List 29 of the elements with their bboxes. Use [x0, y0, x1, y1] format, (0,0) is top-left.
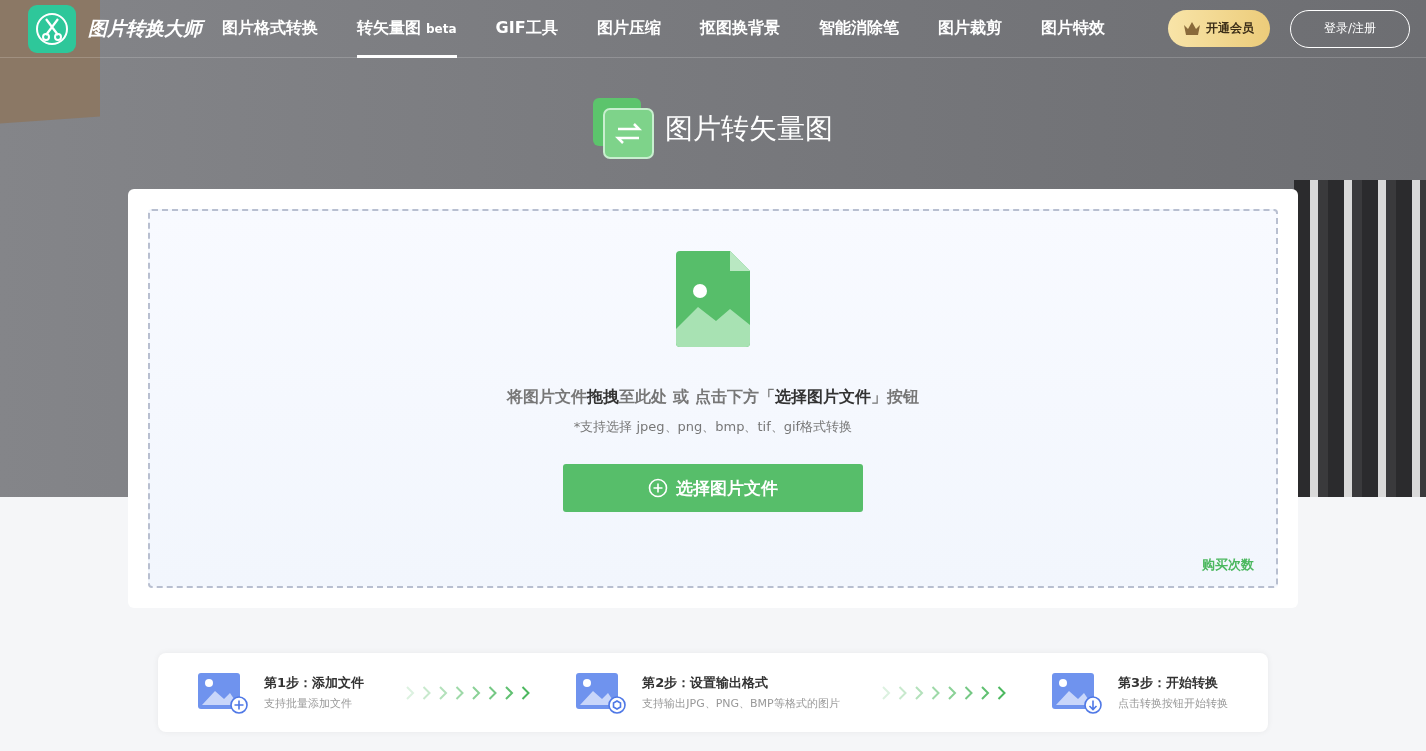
step-title: 第3步：开始转换	[1117, 674, 1219, 692]
choose-file-button[interactable]: 选择图片文件	[563, 464, 863, 512]
nav-tab[interactable]: GIF工具	[495, 0, 558, 58]
scissors-logo-icon[interactable]	[28, 4, 76, 53]
image-settings-icon	[576, 670, 627, 715]
drop-instruction: 将图片文件拖拽至此处 或 点击下方「选择图片文件」按钮	[507, 387, 919, 408]
image-download-icon	[1051, 670, 1102, 715]
nav-tab[interactable]: 智能消除笔	[818, 0, 899, 58]
nav-tab[interactable]: 抠图换背景	[699, 0, 780, 58]
image-add-icon	[198, 670, 248, 715]
image-file-icon	[676, 251, 750, 347]
nav-tab[interactable]: 图片格式转换	[222, 0, 318, 58]
step-description: 点击转换按钮开始转换	[1117, 696, 1228, 711]
step-description: 支持批量添加文件	[264, 696, 353, 711]
nav-tab[interactable]: 图片裁剪	[937, 0, 1002, 58]
nav-tab[interactable]: 图片特效	[1040, 0, 1105, 58]
convert-arrows-icon	[593, 98, 655, 160]
step-title: 第1步：添加文件	[264, 674, 365, 692]
nav-tab[interactable]: 转矢量图 beta	[357, 0, 457, 58]
vip-button[interactable]: 开通会员	[1168, 10, 1270, 47]
drop-zone[interactable]: 将图片文件拖拽至此处 或 点击下方「选择图片文件」按钮 *支持选择 jpeg、png、bmp、tif、gif格式转换 选择图片文件 购买次数	[148, 209, 1278, 588]
nav-tab[interactable]: 图片压缩	[596, 0, 661, 58]
page-title: 图片转矢量图	[665, 111, 833, 147]
supported-formats-text: *支持选择 jpeg、png、bmp、tif、gif格式转换	[573, 418, 853, 436]
purchase-link[interactable]: 购买次数	[1202, 556, 1254, 574]
plus-circle-icon	[648, 478, 668, 498]
step-title: 第2步：设置输出格式	[642, 674, 770, 692]
crown-icon	[1184, 22, 1200, 35]
step-description: 支持输出JPG、PNG、BMP等格式的图片	[642, 696, 840, 711]
